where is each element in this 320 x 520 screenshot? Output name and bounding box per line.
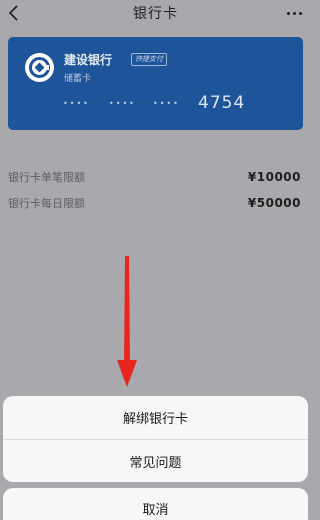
bank-name: 建设银行 [64,53,113,67]
red-arrow-down-icon [117,256,137,387]
page: 银行卡 建设银行 快捷支付 储蓄卡 •••• •••• •••• 4754 银行… [0,0,311,520]
limit-value: ¥50000 [247,196,301,210]
masked-digits: •••• [109,99,136,108]
chevron-left-icon [8,5,18,21]
limit-label: 银行卡每日限额 [8,197,85,210]
action-sheet: 解绑银行卡 常见问题 [3,396,308,482]
masked-digits: •••• [153,99,180,108]
ccb-bank-logo-icon [25,53,54,82]
limit-label: 银行卡单笔限额 [8,171,85,184]
cancel-button[interactable]: 取消 [3,488,308,520]
limit-value: ¥10000 [247,170,301,184]
unbind-card-button[interactable]: 解绑银行卡 [3,396,308,439]
nav-bar: 银行卡 [0,0,311,26]
card-last-four: 4754 [198,93,246,113]
ellipsis-icon [286,11,290,15]
more-button[interactable] [283,4,305,22]
page-title: 银行卡 [133,6,178,22]
back-button[interactable] [3,2,25,24]
single-limit-row: 银行卡单笔限额 ¥10000 [8,168,301,186]
faq-button[interactable]: 常见问题 [3,439,308,482]
daily-limit-row: 银行卡每日限额 ¥50000 [8,194,301,212]
card-type: 储蓄卡 [64,74,92,84]
quick-pay-badge: 快捷支付 [131,53,167,66]
masked-digits: •••• [63,99,90,108]
bank-card[interactable]: 建设银行 快捷支付 储蓄卡 •••• •••• •••• 4754 [8,37,303,130]
